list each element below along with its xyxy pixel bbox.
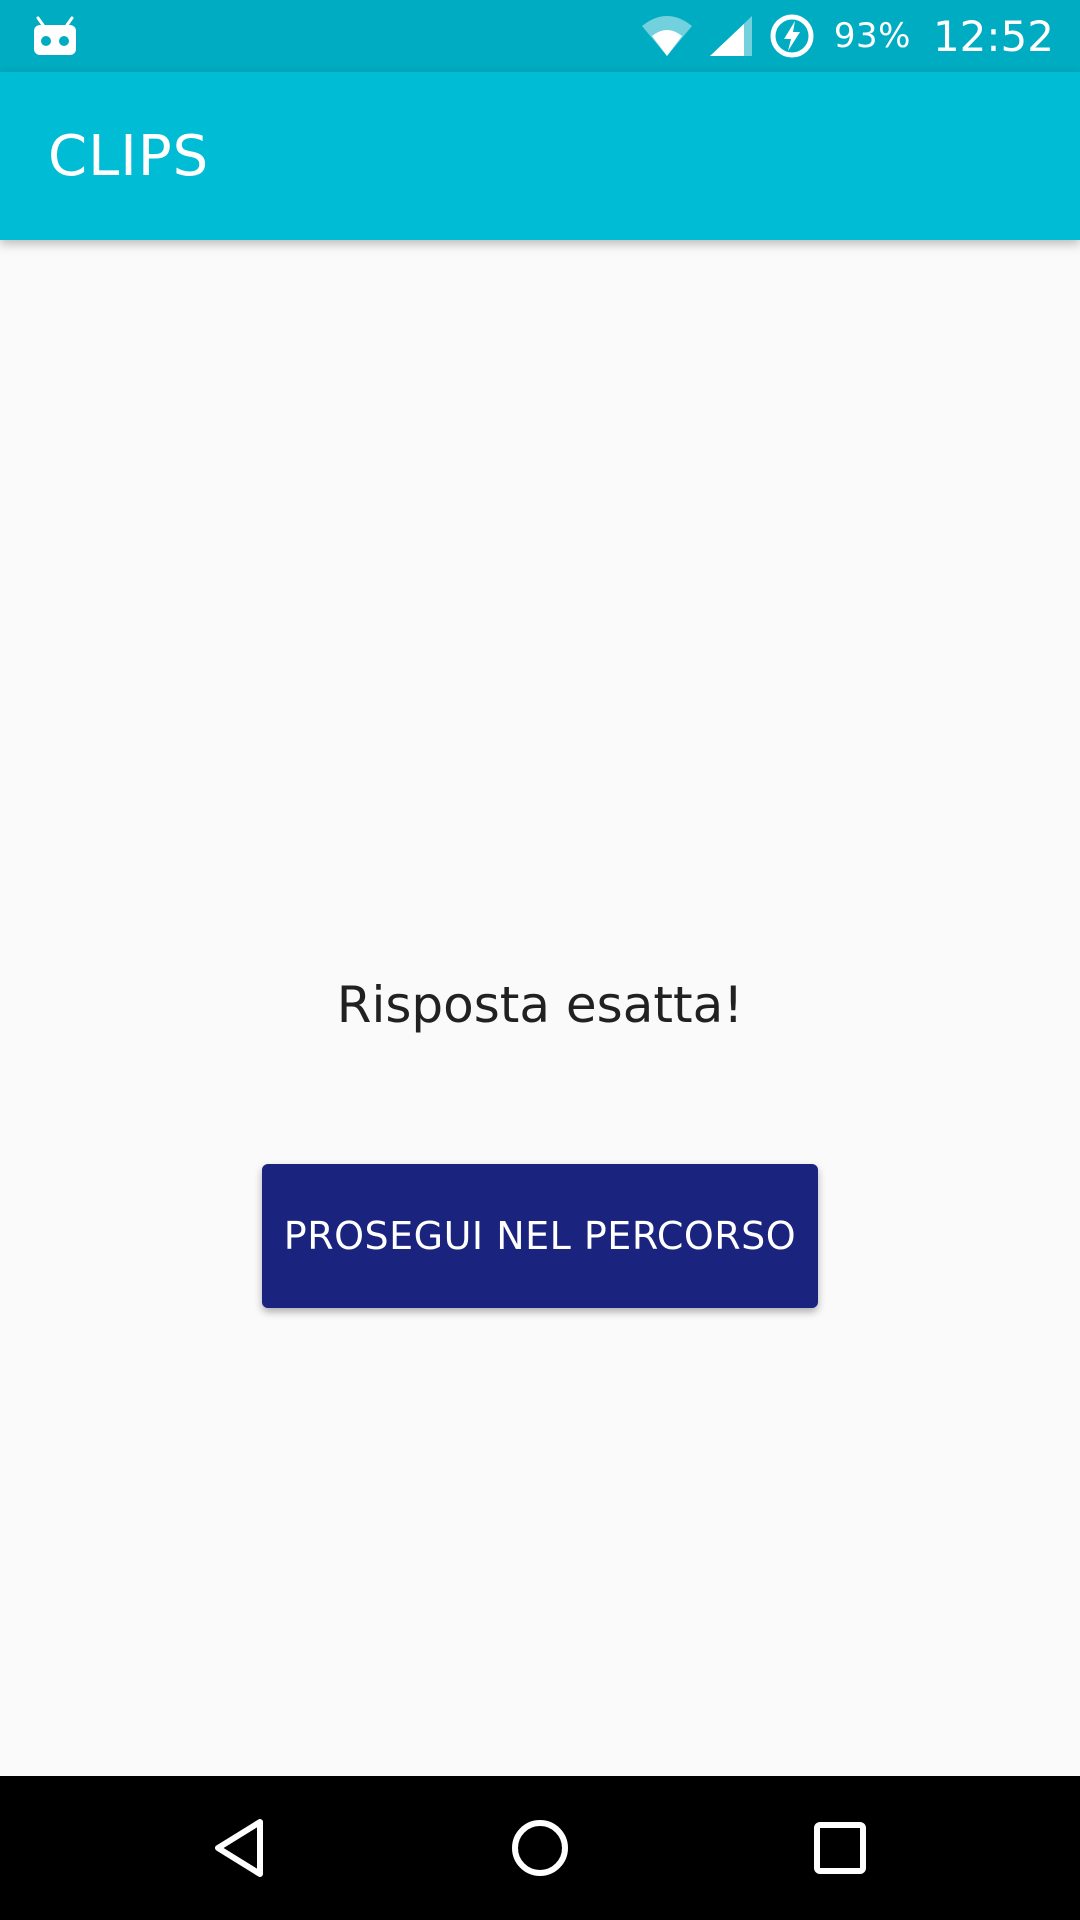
recents-icon [814, 1822, 866, 1874]
wifi-icon [641, 16, 692, 56]
back-icon [215, 1819, 263, 1877]
battery-percent: 93% [833, 16, 911, 56]
home-icon [512, 1820, 568, 1876]
result-message: Risposta esatta! [336, 976, 744, 1034]
status-bar: 93% 12:52 [0, 0, 1080, 72]
navigation-bar [0, 1776, 1080, 1920]
cell-signal-icon [709, 16, 752, 56]
recents-button[interactable] [798, 1806, 882, 1890]
battery-charging-icon [770, 14, 814, 58]
clock: 12:52 [932, 11, 1054, 61]
app-title: CLIPS [48, 124, 210, 189]
status-icons: 93% 12:52 [640, 0, 1054, 72]
app-bar: CLIPS [0, 72, 1080, 240]
back-button[interactable] [198, 1806, 282, 1890]
home-button[interactable] [498, 1806, 582, 1890]
screen: 93% 12:52 CLIPS Risposta esatta! PROSEGU… [0, 0, 1080, 1920]
continue-button[interactable]: PROSEGUI NEL PERCORSO [262, 1164, 818, 1308]
main-content: Risposta esatta! PROSEGUI NEL PERCORSO [0, 240, 1080, 1776]
android-debug-icon [34, 16, 76, 55]
